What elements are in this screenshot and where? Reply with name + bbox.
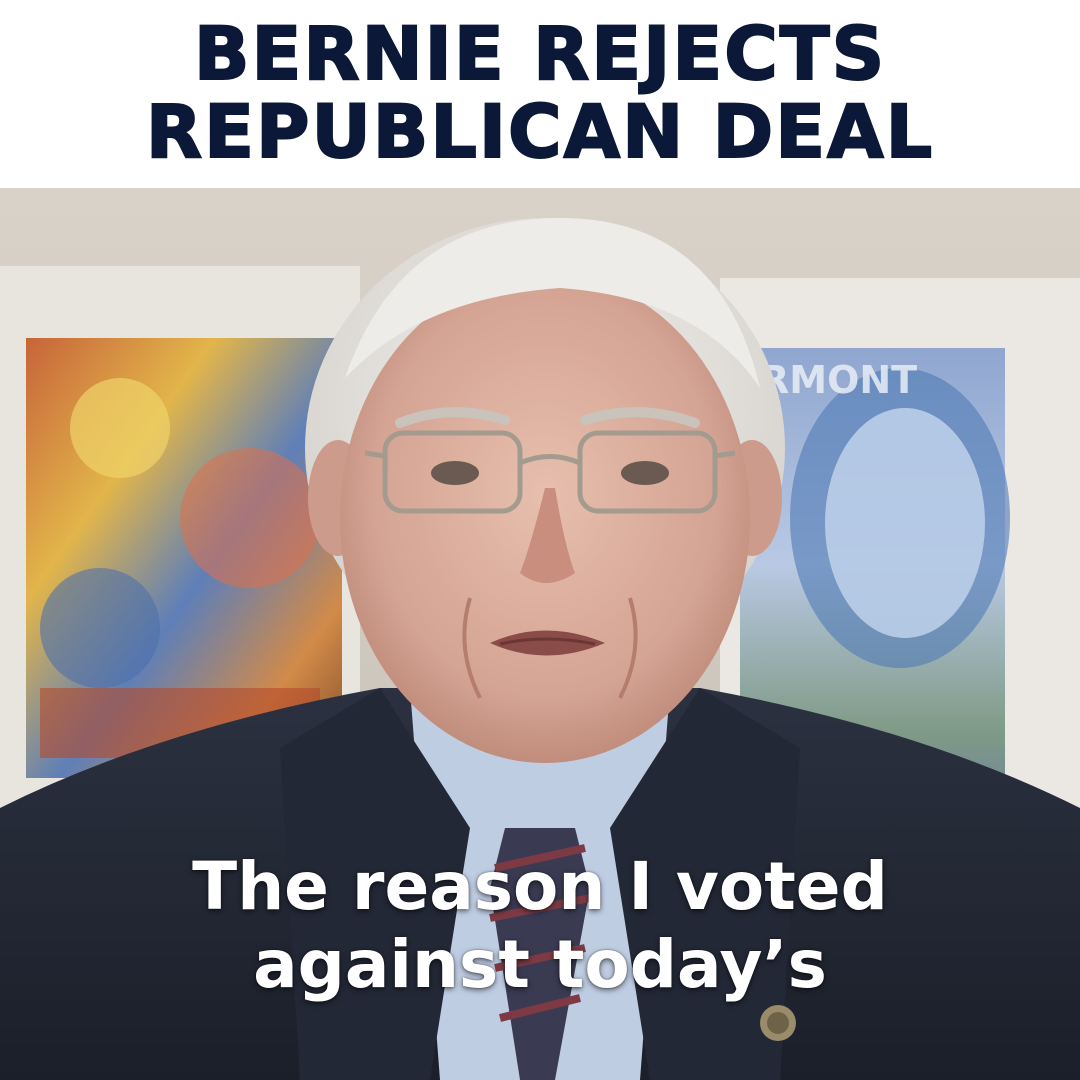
social-post: BERNIE REJECTS REPUBLICAN DEAL RMONT The… bbox=[0, 0, 1080, 1080]
headline-line-2: REPUBLICAN DEAL bbox=[145, 90, 935, 175]
caption-line-1: The reason I voted bbox=[192, 848, 888, 925]
headline-line-1: BERNIE REJECTS bbox=[193, 12, 887, 97]
caption-line-2: against today’s bbox=[253, 926, 827, 1003]
headline-banner: BERNIE REJECTS REPUBLICAN DEAL bbox=[0, 0, 1080, 188]
svg-text:RMONT: RMONT bbox=[760, 358, 917, 402]
video-caption: The reason I voted against today’s bbox=[0, 848, 1080, 1004]
